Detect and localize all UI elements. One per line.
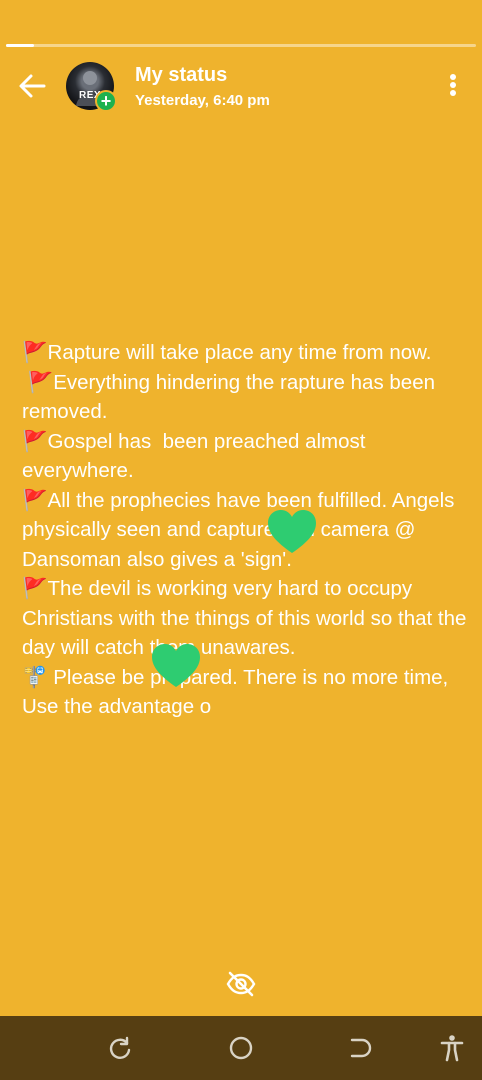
back-button[interactable] [14,68,50,104]
status-line: 🚏 Please be prepared. There is no more t… [22,665,454,719]
more-vertical-icon [450,74,456,96]
recent-apps-icon [109,1036,131,1059]
add-status-button[interactable]: + [95,90,117,112]
more-options-button[interactable] [440,70,466,100]
back-nav-button[interactable] [346,1034,374,1062]
status-line: 🚩The devil is working very hard to occup… [22,577,467,659]
plus-icon: + [100,91,112,111]
status-progress-fill [6,44,35,47]
arrow-left-icon [19,74,46,98]
status-line: 🚩Everything hindering the rapture has be… [22,370,441,424]
status-line: 🚩Gospel has been preached almost everywh… [22,429,372,483]
recent-apps-button[interactable] [106,1034,134,1062]
status-line: 🚩All the prophecies have been fulfilled.… [22,488,461,571]
page-title: My status [135,64,228,86]
home-icon [229,1036,253,1060]
eye-off-icon [226,971,256,997]
accessibility-icon [440,1035,464,1062]
seen-toggle-button[interactable] [225,968,257,1000]
status-progress-bar [6,44,476,47]
back-nav-icon [350,1038,372,1058]
status-line: 🚩Rapture will take place any time from n… [22,341,432,364]
home-button[interactable] [227,1034,255,1062]
status-timestamp: Yesterday, 6:40 pm [135,92,270,109]
green-heart-icon [268,510,316,553]
accessibility-button[interactable] [438,1034,466,1062]
status-message: 🚩Rapture will take place any time from n… [22,338,468,722]
green-heart-icon [152,644,200,687]
